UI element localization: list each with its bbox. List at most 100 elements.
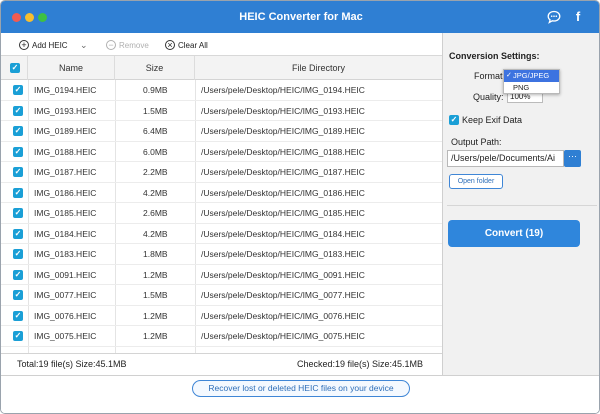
title-bar: HEIC Converter for Mac f: [1, 1, 599, 33]
open-folder-button[interactable]: Open folder: [449, 174, 503, 189]
file-size-cell: 2.6MB: [143, 208, 168, 218]
table-row[interactable]: ✓ IMG_0188.HEIC 6.0MB/Users/pele/Desktop/H…: [1, 142, 442, 162]
file-name-cell: IMG_0185.HEIC: [34, 208, 97, 218]
clear-all-label: Clear All: [178, 40, 208, 50]
file-directory-cell: /Users/pele/Desktop/HEIC/IMG_0189.HEIC: [201, 126, 365, 136]
column-header-size[interactable]: Size: [115, 56, 195, 80]
file-name-cell: IMG_0075.HEIC: [34, 331, 97, 341]
window-title: HEIC Converter for Mac: [239, 11, 363, 23]
toolbar: + Add HEIC ⌄ − Remove × Clear All: [1, 33, 442, 56]
table-body: ✓ IMG_0194.HEIC 0.9MB/Users/pele/Desktop/H…: [1, 80, 442, 353]
table-row[interactable]: ✓ IMG_0184.HEIC 4.2MB/Users/pele/Desktop/H…: [1, 224, 442, 244]
minus-icon: −: [106, 40, 116, 50]
file-directory-cell: /Users/pele/Desktop/HEIC/IMG_0184.HEIC: [201, 228, 365, 239]
total-status: Total:19 file(s) Size:45.1MB: [17, 359, 127, 369]
convert-button[interactable]: Convert (19): [448, 220, 580, 247]
file-directory-cell: /Users/pele/Desktop/HEIC/IMG_0188.HEIC: [201, 146, 365, 157]
table-row[interactable]: ✓ IMG_0183.HEIC 1.8MB/Users/pele/Desktop/H…: [1, 244, 442, 265]
row-checkbox[interactable]: ✓: [13, 228, 23, 239]
file-name-cell: IMG_0187.HEIC: [34, 167, 97, 177]
row-checkbox[interactable]: ✓: [13, 310, 23, 321]
row-checkbox[interactable]: ✓: [13, 85, 23, 95]
app-window: HEIC Converter for Mac f + Add HEIC ⌄ − …: [0, 0, 600, 414]
file-directory-cell: /Users/pele/Desktop/HEIC/IMG_0185.HEIC: [201, 208, 365, 218]
file-directory-cell: /Users/pele/Desktop/HEIC/IMG_0193.HEIC: [201, 105, 365, 116]
file-size-cell: 1.2MB: [143, 269, 168, 280]
divider: [447, 205, 597, 206]
format-dropdown-menu[interactable]: JPG/JPEG PNG: [503, 69, 560, 94]
row-checkbox[interactable]: ✓: [13, 126, 23, 136]
conversion-settings-heading: Conversion Settings:: [449, 51, 540, 61]
quality-label: Quality:: [473, 92, 504, 102]
format-label: Format:: [474, 71, 506, 81]
file-size-cell: 1.5MB: [143, 290, 168, 300]
select-all-header: ✓: [1, 56, 28, 80]
remove-button[interactable]: − Remove: [106, 38, 149, 52]
chat-bubble-icon[interactable]: [546, 9, 562, 25]
keep-exif-checkbox[interactable]: ✓: [449, 115, 459, 125]
file-size-cell: 1.2MB: [143, 310, 168, 321]
settings-panel: Conversion Settings: Format: Quality: 10…: [443, 33, 599, 375]
table-row[interactable]: ✓ IMG_0186.HEIC 4.2MB/Users/pele/Desktop/H…: [1, 183, 442, 203]
table-row[interactable]: ✓ IMG_0076.HEIC 1.2MB/Users/pele/Desktop/H…: [1, 306, 442, 326]
file-name-cell: IMG_0077.HEIC: [34, 290, 97, 300]
row-checkbox[interactable]: ✓: [13, 187, 23, 198]
file-size-cell: 0.9MB: [143, 85, 168, 95]
file-name-cell: IMG_0188.HEIC: [34, 146, 97, 157]
file-size-cell: 1.8MB: [143, 249, 168, 259]
select-all-checkbox[interactable]: ✓: [10, 63, 20, 73]
column-header-name[interactable]: Name: [28, 56, 115, 80]
table-row[interactable]: ✓ IMG_0194.HEIC 0.9MB/Users/pele/Desktop/H…: [1, 80, 442, 101]
add-heic-label: Add HEIC: [32, 40, 68, 50]
remove-label: Remove: [119, 40, 149, 50]
row-checkbox[interactable]: ✓: [13, 249, 23, 259]
file-size-cell: 4.2MB: [143, 228, 168, 239]
file-name-cell: IMG_0193.HEIC: [34, 105, 97, 116]
recover-files-button[interactable]: Recover lost or deleted HEIC files on yo…: [192, 380, 410, 397]
close-icon: ×: [165, 40, 175, 50]
facebook-icon[interactable]: f: [570, 9, 586, 25]
row-checkbox[interactable]: ✓: [13, 146, 23, 157]
file-name-cell: IMG_0189.HEIC: [34, 126, 97, 136]
table-row[interactable]: ✓ IMG_0193.HEIC 1.5MB/Users/pele/Desktop/H…: [1, 101, 442, 121]
file-directory-cell: /Users/pele/Desktop/HEIC/IMG_0194.HEIC: [201, 85, 365, 95]
table-row[interactable]: ✓ IMG_0185.HEIC 2.6MB/Users/pele/Desktop/H…: [1, 203, 442, 224]
table-row[interactable]: ✓ IMG_0075.HEIC 1.2MB/Users/pele/Desktop/H…: [1, 326, 442, 347]
format-option-jpg[interactable]: JPG/JPEG: [504, 70, 559, 82]
plus-icon: +: [19, 40, 29, 50]
row-checkbox[interactable]: ✓: [13, 269, 23, 280]
row-checkbox[interactable]: ✓: [13, 208, 23, 218]
row-checkbox[interactable]: ✓: [13, 167, 23, 177]
table-row[interactable]: ✓ IMG_0077.HEIC 1.5MB/Users/pele/Desktop/H…: [1, 285, 442, 306]
clear-all-button[interactable]: × Clear All: [165, 38, 208, 52]
file-directory-cell: /Users/pele/Desktop/HEIC/IMG_0187.HEIC: [201, 167, 365, 177]
file-directory-cell: /Users/pele/Desktop/HEIC/IMG_0183.HEIC: [201, 249, 365, 259]
keep-exif-label: Keep Exif Data: [462, 115, 523, 125]
browse-button[interactable]: ···: [564, 150, 581, 167]
table-row[interactable]: ✓ IMG_0189.HEIC 6.4MB/Users/pele/Desktop/H…: [1, 121, 442, 142]
add-dropdown-chevron-down-icon[interactable]: ⌄: [80, 38, 88, 52]
file-name-cell: IMG_0186.HEIC: [34, 187, 97, 198]
output-path-label: Output Path:: [451, 137, 502, 147]
table-row[interactable]: ✓ IMG_0091.HEIC 1.2MB/Users/pele/Desktop/H…: [1, 265, 442, 285]
file-name-cell: IMG_0184.HEIC: [34, 228, 97, 239]
file-size-cell: 4.2MB: [143, 187, 168, 198]
row-checkbox[interactable]: ✓: [13, 290, 23, 300]
output-path-field[interactable]: /Users/pele/Documents/Ai: [447, 150, 564, 167]
column-header-file-directory[interactable]: File Directory: [195, 56, 442, 80]
bottom-bar: Recover lost or deleted HEIC files on yo…: [1, 375, 599, 413]
table-row[interactable]: ✓ IMG_0187.HEIC 2.2MB/Users/pele/Desktop/H…: [1, 162, 442, 183]
table-header: ✓ Name Size File Directory: [1, 56, 442, 80]
file-directory-cell: /Users/pele/Desktop/HEIC/IMG_0091.HEIC: [201, 269, 365, 280]
file-size-cell: 6.4MB: [143, 126, 168, 136]
row-checkbox[interactable]: ✓: [13, 331, 23, 341]
file-table: ✓ Name Size File Directory ✓ IMG_0194.HEI…: [1, 56, 442, 353]
file-directory-cell: /Users/pele/Desktop/HEIC/IMG_0077.HEIC: [201, 290, 365, 300]
row-checkbox[interactable]: ✓: [13, 105, 23, 116]
file-directory-cell: /Users/pele/Desktop/HEIC/IMG_0186.HEIC: [201, 187, 365, 198]
add-heic-button[interactable]: + Add HEIC: [19, 38, 68, 52]
status-bar: Total:19 file(s) Size:45.1MB Checked:19 …: [1, 353, 442, 375]
format-option-png[interactable]: PNG: [504, 82, 559, 94]
file-directory-cell: /Users/pele/Desktop/HEIC/IMG_0075.HEIC: [201, 331, 365, 341]
checked-status: Checked:19 file(s) Size:45.1MB: [297, 359, 424, 369]
